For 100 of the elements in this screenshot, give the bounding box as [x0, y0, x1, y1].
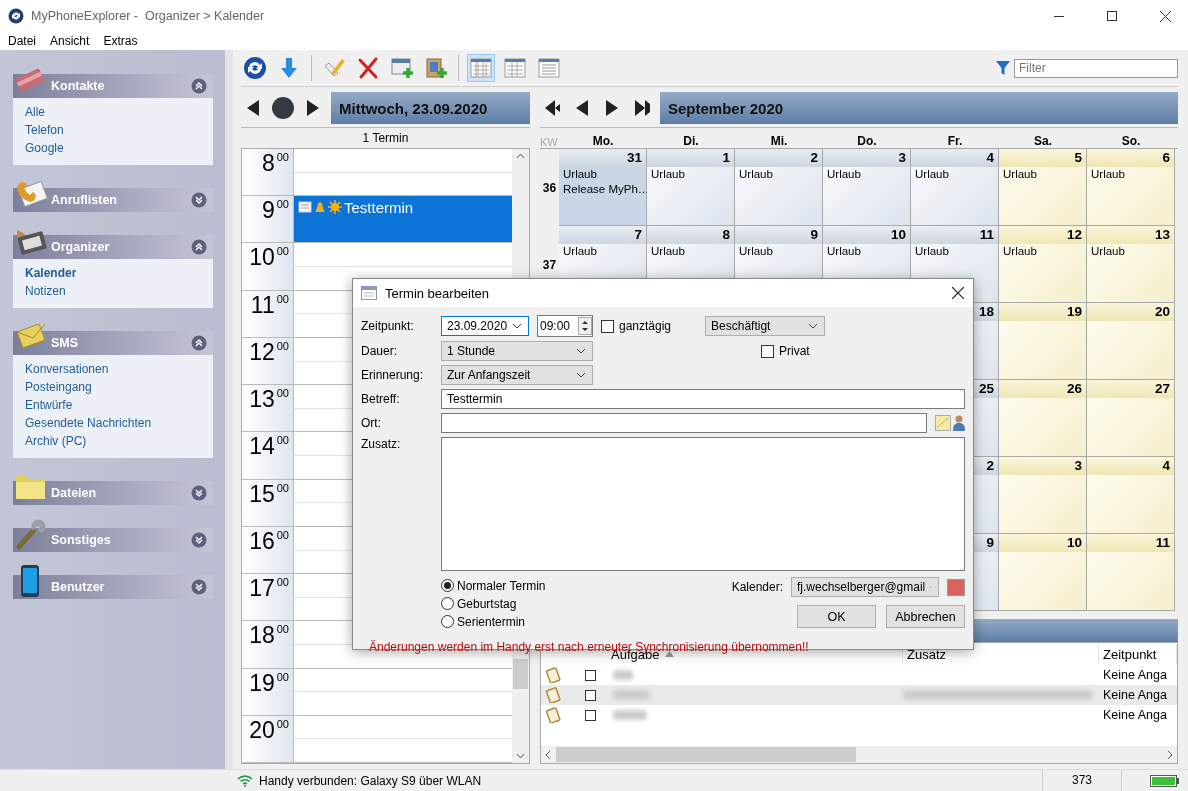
day-cell[interactable]: 11 [1087, 534, 1175, 611]
sidebar-link[interactable]: Gesendete Nachrichten [25, 414, 201, 432]
blurred-text [613, 710, 647, 720]
sidebar-link[interactable]: Telefon [25, 121, 201, 139]
day-cell[interactable]: 27 [1087, 380, 1175, 457]
radio-button[interactable] [441, 615, 454, 628]
sidebar-link[interactable]: Entwürfe [25, 396, 201, 414]
collapse-icon[interactable] [191, 78, 207, 94]
calendar-entry[interactable]: Urlaub [911, 167, 998, 182]
sidebar-link[interactable]: Notizen [25, 282, 201, 300]
ok-button[interactable]: OK [797, 605, 876, 628]
day-number: 10 [890, 227, 906, 242]
task-row[interactable]: Keine Anga [541, 665, 1177, 685]
sidebar-link[interactable]: Posteingang [25, 378, 201, 396]
note-icon [545, 667, 561, 683]
time-spinner[interactable]: 09:00 [537, 315, 593, 337]
task-checkbox[interactable] [585, 709, 596, 721]
checkbox[interactable] [761, 344, 774, 358]
close-icon[interactable] [952, 287, 964, 299]
date-dropdown[interactable]: 23.09.2020 [441, 316, 529, 336]
menu-item[interactable]: Extras [103, 34, 138, 48]
maximize-icon[interactable] [1107, 11, 1117, 21]
calendar-entry[interactable]: Urlaub [647, 167, 734, 182]
task-row[interactable]: Keine Anga [541, 705, 1177, 725]
menu-item[interactable]: Ansicht [50, 34, 90, 48]
expand-icon[interactable] [191, 579, 207, 595]
day-cell[interactable]: 13 Urlaub [1087, 226, 1175, 303]
day-cell[interactable]: 5 Urlaub [999, 149, 1087, 226]
month-view-button[interactable] [467, 54, 495, 82]
day-cell[interactable]: 2 Urlaub [735, 149, 823, 226]
sidebar-link[interactable]: Archiv (PC) [25, 432, 201, 450]
calendar-dropdown[interactable]: fj.wechselberger@gmail [791, 577, 939, 597]
day-cell[interactable]: 31 Urlaub Release MyPh… [559, 149, 647, 226]
color-swatch[interactable] [947, 578, 965, 596]
today-button[interactable] [271, 96, 295, 120]
calendar-entry[interactable]: Urlaub [559, 167, 646, 182]
task-checkbox[interactable] [585, 669, 596, 681]
calendar-entry[interactable]: Urlaub [559, 244, 646, 259]
column-header[interactable]: Zeitpunkt [1099, 644, 1177, 664]
sidebar-link[interactable]: Kalender [25, 264, 201, 282]
minute-label: 00 [276, 291, 289, 307]
sidebar-link[interactable]: Google [25, 139, 201, 157]
app-logo-icon [8, 8, 24, 24]
close-icon[interactable] [1159, 10, 1171, 22]
calendar-entry[interactable]: Urlaub [1087, 244, 1174, 259]
appointment[interactable]: Testtermin [294, 196, 512, 243]
day-cell[interactable]: 3 [999, 457, 1087, 534]
calendar-entry[interactable]: Urlaub [735, 244, 822, 259]
day-cell[interactable]: 6 Urlaub [1087, 149, 1175, 226]
day-cell[interactable]: 12 Urlaub [999, 226, 1087, 303]
day-cell[interactable]: 20 [1087, 303, 1175, 380]
menu-item[interactable]: Datei [8, 34, 36, 48]
calendar-entry[interactable]: Urlaub [999, 244, 1086, 259]
location-field[interactable] [441, 413, 927, 433]
day-cell[interactable]: 1 Urlaub [647, 149, 735, 226]
expand-icon[interactable] [191, 192, 207, 208]
radio-button[interactable] [441, 579, 454, 592]
subject-field[interactable]: Testtermin [441, 389, 965, 409]
day-cell[interactable]: 3 Urlaub [823, 149, 911, 226]
scroll-left-icon[interactable] [544, 749, 552, 760]
duration-dropdown[interactable]: 1 Stunde [441, 341, 593, 361]
filter-field[interactable]: Filter [1014, 58, 1178, 78]
collapse-icon[interactable] [191, 335, 207, 351]
day-cell[interactable]: 4 [1087, 457, 1175, 534]
expand-icon[interactable] [191, 532, 207, 548]
calendar-entry[interactable]: Urlaub [823, 244, 910, 259]
sidebar-link[interactable]: Konversationen [25, 360, 201, 378]
task-row[interactable]: Keine Anga [541, 685, 1177, 705]
day-cell[interactable]: 26 [999, 380, 1087, 457]
refresh-button[interactable] [241, 54, 269, 82]
minute-label: 00 [276, 386, 289, 402]
day-cell[interactable]: 10 [999, 534, 1087, 611]
horizontal-scrollbar[interactable] [541, 746, 1177, 763]
calendar-entry[interactable]: Release MyPh… [559, 182, 646, 197]
checkbox[interactable] [601, 319, 614, 333]
cancel-button[interactable]: Abbrechen [886, 605, 965, 628]
scrollbar-thumb[interactable] [556, 747, 856, 762]
day-number: 10 [1066, 535, 1082, 550]
reminder-dropdown[interactable]: Zur Anfangszeit [441, 365, 593, 385]
day-cell[interactable]: 19 [999, 303, 1087, 380]
task-checkbox[interactable] [585, 689, 596, 701]
collapse-icon[interactable] [191, 239, 207, 255]
spinner-arrows-icon[interactable] [578, 317, 592, 335]
scrollbar-thumb[interactable] [513, 659, 528, 689]
calendar-entry[interactable]: Urlaub [1087, 167, 1174, 182]
day-cell[interactable]: 4 Urlaub [911, 149, 999, 226]
person-icon[interactable] [953, 415, 965, 431]
sidebar-link[interactable]: Alle [25, 103, 201, 121]
calendar-entry[interactable]: Urlaub [823, 167, 910, 182]
scroll-right-icon[interactable] [1166, 749, 1174, 760]
status-dropdown[interactable]: Beschäftigt [705, 316, 826, 336]
expand-icon[interactable] [191, 485, 207, 501]
connection-status: Handy verbunden: Galaxy S9 über WLAN [259, 773, 483, 788]
calendar-entry[interactable]: Urlaub [735, 167, 822, 182]
calendar-entry[interactable]: Urlaub [911, 244, 998, 259]
notes-field[interactable] [441, 437, 965, 571]
calendar-entry[interactable]: Urlaub [999, 167, 1086, 182]
radio-button[interactable] [441, 597, 454, 610]
calendar-entry[interactable]: Urlaub [647, 244, 734, 259]
hour-label: 11 [250, 290, 275, 320]
